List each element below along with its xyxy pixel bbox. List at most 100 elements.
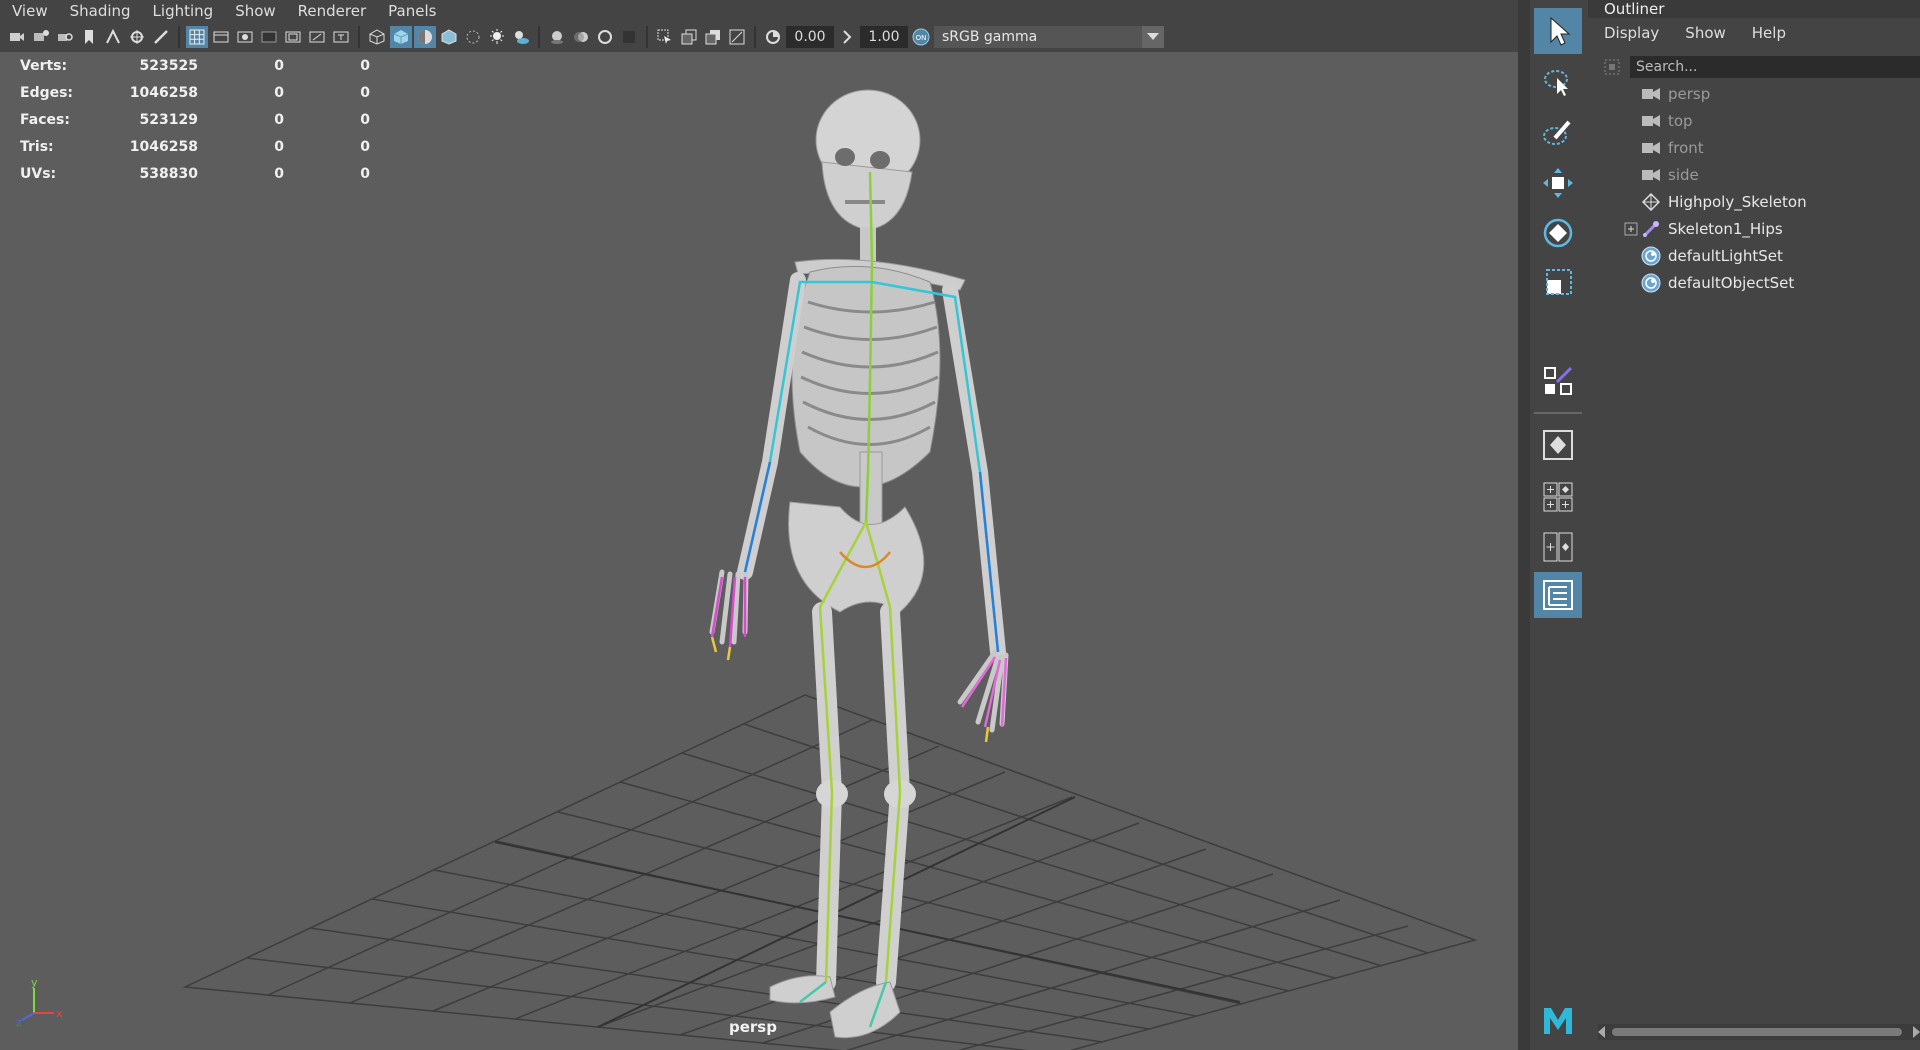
use-all-lights-icon[interactable]	[486, 26, 508, 48]
field-chart-icon[interactable]	[282, 26, 304, 48]
hud-value: 0	[360, 165, 370, 182]
color-management-icon[interactable]: ON	[910, 26, 932, 48]
select-tool-icon[interactable]	[1534, 8, 1582, 54]
isolate-select-icon[interactable]	[654, 26, 676, 48]
toolbar-separator	[754, 26, 756, 48]
search-filter-icon[interactable]	[1602, 57, 1622, 77]
poly-count-hud: Verts: 523525 0 0 Edges: 1046258 0 0 Fac…	[20, 52, 370, 187]
scroll-left-icon[interactable]	[1598, 1026, 1605, 1038]
hud-value: 1046258	[129, 138, 198, 155]
outliner-menubar: Display Show Help	[1588, 20, 1796, 46]
rotate-tool-icon[interactable]	[1534, 210, 1582, 256]
hud-label: Faces:	[20, 111, 70, 128]
scene-3d-view[interactable]	[0, 52, 1518, 1050]
menu-panels[interactable]: Panels	[376, 2, 446, 20]
hud-value: 0	[274, 84, 284, 101]
bookmarks-icon[interactable]	[54, 26, 76, 48]
colorspace-dropdown[interactable]: sRGB gamma	[934, 26, 1164, 48]
outliner-item-default-light-set[interactable]: defaultLightSet	[1588, 243, 1920, 269]
exposure-field[interactable]: 0.00	[786, 26, 834, 48]
scale-tool-icon[interactable]	[1534, 260, 1582, 306]
wireframe-icon[interactable]	[366, 26, 388, 48]
chevron-down-icon[interactable]	[1142, 26, 1164, 48]
motion-blur-icon[interactable]	[570, 26, 592, 48]
set-icon	[1640, 245, 1662, 267]
viewport-panel[interactable]: View Shading Lighting Show Renderer Pane…	[0, 0, 1518, 1050]
hud-value: 0	[274, 138, 284, 155]
menu-shading[interactable]: Shading	[58, 2, 141, 20]
outliner-horizontal-scrollbar[interactable]	[1598, 1024, 1920, 1040]
outliner-menu-show[interactable]: Show	[1669, 24, 1735, 42]
outliner-menu-display[interactable]: Display	[1588, 24, 1669, 42]
outliner-menu-help[interactable]: Help	[1736, 24, 1796, 42]
scroll-right-icon[interactable]	[1913, 1026, 1920, 1038]
menu-view[interactable]: View	[0, 2, 58, 20]
safe-action-icon[interactable]	[306, 26, 328, 48]
panel-divider[interactable]	[1518, 0, 1530, 1050]
skeleton-model[interactable]	[709, 89, 1009, 1039]
ambient-occlusion-icon[interactable]	[546, 26, 568, 48]
four-view-layout-icon[interactable]	[1534, 474, 1582, 520]
single-perspective-layout-icon[interactable]	[1534, 422, 1582, 468]
two-pane-layout-icon[interactable]	[1534, 524, 1582, 570]
resolution-gate-icon[interactable]	[234, 26, 256, 48]
xray-joints-icon[interactable]	[678, 26, 700, 48]
hud-value: 538830	[139, 165, 198, 182]
toolbox-separator	[1534, 412, 1582, 414]
menu-renderer[interactable]: Renderer	[286, 2, 376, 20]
paint-select-icon[interactable]	[1534, 110, 1582, 156]
grid-icon[interactable]	[186, 26, 208, 48]
shadows-icon[interactable]	[510, 26, 532, 48]
outliner-item-default-object-set[interactable]: defaultObjectSet	[1588, 270, 1920, 296]
smooth-shade-icon[interactable]	[390, 26, 412, 48]
outliner-item-persp[interactable]: persp	[1588, 81, 1920, 107]
lasso-tool-icon[interactable]	[1534, 60, 1582, 106]
expand-plus-icon[interactable]	[1624, 222, 1638, 236]
xray-active-icon[interactable]	[702, 26, 724, 48]
outliner-search-input[interactable]	[1630, 56, 1920, 78]
toolbar-separator	[646, 26, 648, 48]
exposure-icon[interactable]	[762, 26, 784, 48]
outliner-item-skeleton-hips[interactable]: Skeleton1_Hips	[1588, 216, 1920, 242]
camera-icon	[1640, 164, 1662, 186]
outliner-item-front[interactable]: front	[1588, 135, 1920, 161]
xray-icon[interactable]	[462, 26, 484, 48]
last-tool-icon[interactable]	[1534, 358, 1582, 404]
brush-icon[interactable]	[150, 26, 172, 48]
gamma-field[interactable]: 1.00	[860, 26, 908, 48]
image-plane-icon[interactable]	[78, 26, 100, 48]
outliner-layout-icon[interactable]	[1534, 572, 1582, 618]
jaw	[821, 161, 913, 231]
default-material-icon[interactable]	[414, 26, 436, 48]
camera-select-icon[interactable]	[6, 26, 28, 48]
multisample-aa-icon[interactable]	[594, 26, 616, 48]
hud-value: 0	[274, 57, 284, 74]
outliner-item-highpoly-skeleton[interactable]: Highpoly_Skeleton	[1588, 189, 1920, 215]
joint-icon	[1640, 218, 1662, 240]
outliner-item-side[interactable]: side	[1588, 162, 1920, 188]
gamma-icon[interactable]	[836, 26, 858, 48]
hud-value: 523129	[139, 111, 198, 128]
svg-text:ON: ON	[916, 34, 927, 42]
depth-of-field-icon[interactable]	[618, 26, 640, 48]
scrollbar-thumb[interactable]	[1612, 1028, 1902, 1036]
hud-row-faces: Faces: 523129 0 0	[20, 106, 370, 133]
camera-attributes-icon[interactable]	[30, 26, 52, 48]
backface-culling-icon[interactable]	[726, 26, 748, 48]
menu-lighting[interactable]: Lighting	[141, 2, 224, 20]
colorspace-value: sRGB gamma	[942, 29, 1038, 45]
2d-pan-zoom-icon[interactable]	[102, 26, 124, 48]
wireframe-on-shaded-icon[interactable]	[438, 26, 460, 48]
move-tool-icon[interactable]	[1534, 160, 1582, 206]
outliner-item-top[interactable]: top	[1588, 108, 1920, 134]
safe-title-icon[interactable]	[330, 26, 352, 48]
camera-name-label: persp	[729, 1018, 777, 1036]
hud-value: 523525	[139, 57, 198, 74]
mesh-icon	[1640, 191, 1662, 213]
film-gate-icon[interactable]	[210, 26, 232, 48]
grease-pencil-icon[interactable]	[126, 26, 148, 48]
gate-mask-icon[interactable]	[258, 26, 280, 48]
axis-y-label: y	[31, 978, 38, 989]
menu-show[interactable]: Show	[223, 2, 285, 20]
hud-value: 0	[360, 138, 370, 155]
